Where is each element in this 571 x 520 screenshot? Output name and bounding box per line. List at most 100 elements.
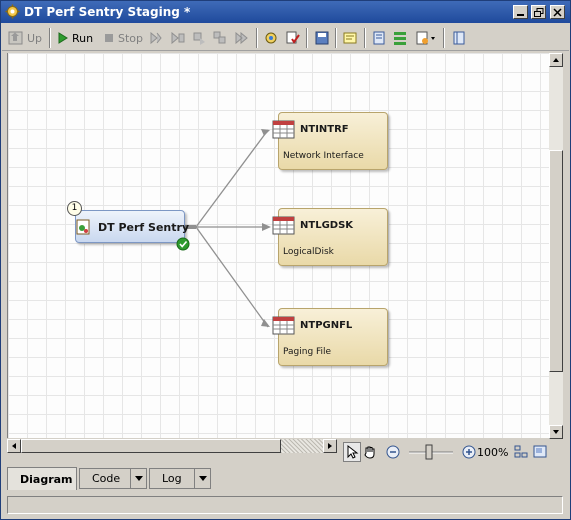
table-node-description: Paging File	[283, 347, 332, 357]
horizontal-scrollbar[interactable]	[7, 439, 337, 453]
table-node-ntpgnfl[interactable]: NTPGNFL Paging File	[272, 308, 388, 366]
zoom-bar: 100%	[337, 439, 563, 465]
details-icon	[373, 31, 385, 45]
table-node-description: LogicalDisk	[283, 247, 334, 257]
run-from-icon	[171, 31, 185, 45]
save-button[interactable]	[314, 28, 330, 48]
scroll-left-button[interactable]	[7, 439, 21, 453]
run-from-selected-button[interactable]	[170, 28, 186, 48]
properties-button[interactable]	[263, 28, 279, 48]
options-icon	[416, 31, 435, 45]
table-node-description: Network Interface	[283, 151, 364, 161]
up-button[interactable]: Up	[8, 28, 42, 48]
check-metadata-button[interactable]	[285, 28, 301, 48]
vertical-scrollbar[interactable]	[549, 53, 563, 439]
close-button[interactable]	[550, 5, 565, 19]
close-icon	[553, 8, 562, 17]
run-to-selected-button[interactable]	[192, 28, 208, 48]
toolbar: Up Run Stop	[2, 24, 569, 51]
vertical-scroll-thumb[interactable]	[549, 150, 563, 372]
show-grid-button[interactable]	[451, 28, 467, 48]
table-node-ntintrf[interactable]: NTINTRF Network Interface	[272, 112, 388, 170]
overview-button[interactable]	[531, 442, 549, 462]
check-metadata-icon	[286, 31, 300, 44]
details-button[interactable]	[371, 28, 387, 48]
tab-log-label: Log	[162, 472, 182, 485]
table-icon	[272, 120, 295, 139]
toolbar-separator	[256, 28, 258, 48]
note-icon	[343, 32, 357, 44]
options-dropdown-button[interactable]	[415, 28, 437, 48]
fit-icon	[514, 445, 528, 458]
zoom-out-button[interactable]	[385, 442, 401, 462]
step-number-badge: 1	[67, 201, 82, 216]
run-selected-button[interactable]	[212, 28, 228, 48]
wrench-icon	[265, 32, 277, 44]
run-to-icon	[193, 32, 205, 45]
continue-button[interactable]	[234, 28, 250, 48]
stop-label: Stop	[118, 31, 144, 45]
layout-icon	[394, 32, 406, 45]
restore-button[interactable]	[531, 5, 546, 19]
tab-code-dropdown[interactable]	[130, 469, 146, 488]
zoom-in-icon	[462, 445, 476, 459]
up-label: Up	[27, 31, 43, 45]
chevron-down-icon	[198, 475, 207, 481]
tab-log[interactable]: Log	[149, 468, 211, 489]
diagram-canvas[interactable]: DT Perf Sentry 1 NTINTRF Network Interfa…	[7, 53, 549, 438]
overview-icon	[533, 445, 547, 458]
continue-icon	[235, 31, 248, 45]
toolbar-separator	[364, 28, 366, 48]
table-node-name: NTLGDSK	[300, 220, 354, 231]
select-tool-button[interactable]	[343, 442, 361, 462]
arrow-up-icon	[553, 58, 559, 62]
chevron-down-icon	[134, 475, 143, 481]
toolbar-separator	[49, 28, 51, 48]
pointer-icon	[347, 444, 359, 459]
minimize-icon	[517, 14, 524, 16]
tab-strip: Diagram Code Log	[7, 467, 563, 491]
tab-code[interactable]: Code	[79, 468, 147, 489]
toolbar-separator	[335, 28, 337, 48]
zoom-out-icon	[386, 445, 400, 459]
pan-tool-button[interactable]	[361, 442, 379, 462]
minimize-button[interactable]	[513, 5, 528, 19]
tab-diagram-label: Diagram	[20, 472, 73, 486]
tab-diagram[interactable]: Diagram	[7, 467, 77, 490]
arrow-down-icon	[553, 430, 559, 434]
success-check-icon	[176, 237, 190, 251]
up-arrow-icon	[8, 31, 23, 45]
zoom-level: 100%	[477, 446, 509, 459]
scroll-track	[281, 439, 323, 453]
zoom-slider[interactable]	[407, 442, 455, 462]
scroll-right-button[interactable]	[323, 439, 337, 453]
window-title: DT Perf Sentry Staging *	[24, 5, 191, 19]
toolbar-separator	[443, 28, 445, 48]
table-icon	[272, 216, 295, 235]
step-button[interactable]	[148, 28, 164, 48]
zoom-in-button[interactable]	[461, 442, 477, 462]
table-node-ntlgdsk[interactable]: NTLGDSK LogicalDisk	[272, 208, 388, 266]
restore-icon	[534, 8, 544, 17]
zoom-slider-track	[409, 444, 453, 460]
table-node-name: NTINTRF	[300, 124, 349, 135]
layout-button[interactable]	[392, 28, 408, 48]
run-selected-icon	[213, 31, 226, 44]
horizontal-scroll-thumb[interactable]	[21, 439, 281, 453]
title-bar: DT Perf Sentry Staging *	[1, 1, 570, 23]
hand-icon	[364, 446, 375, 459]
grid-icon	[453, 31, 465, 45]
fit-to-window-button[interactable]	[513, 442, 531, 462]
scroll-down-button[interactable]	[549, 425, 563, 439]
run-label: Run	[72, 31, 94, 45]
run-button[interactable]: Run	[57, 28, 93, 48]
table-node-name: NTPGNFL	[300, 320, 353, 331]
arrow-right-icon	[328, 443, 332, 449]
source-node[interactable]: DT Perf Sentry	[75, 210, 189, 243]
toolbar-separator	[306, 28, 308, 48]
stop-button[interactable]: Stop	[103, 28, 143, 48]
source-node-name: DT Perf Sentry	[98, 221, 190, 234]
tab-log-dropdown[interactable]	[194, 469, 210, 488]
scroll-up-button[interactable]	[549, 53, 563, 67]
add-note-button[interactable]	[342, 28, 358, 48]
